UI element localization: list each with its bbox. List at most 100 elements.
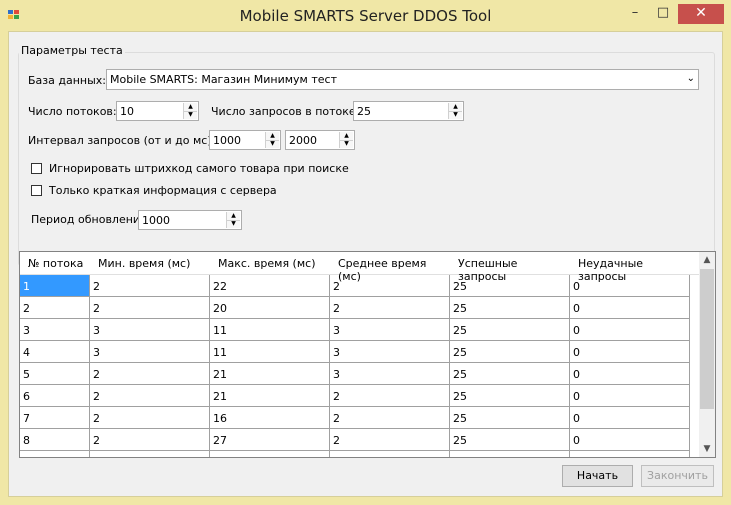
table-cell[interactable]: 2	[90, 275, 210, 297]
table-cell[interactable]	[330, 451, 450, 457]
brief-info-label[interactable]: Только краткая информация с сервера	[49, 184, 277, 197]
column-header[interactable]: Макс. время (мс)	[210, 252, 330, 274]
ignore-barcode-checkbox[interactable]	[31, 163, 42, 174]
table-cell[interactable]: 0	[570, 429, 690, 451]
table-cell[interactable]: 0	[570, 319, 690, 341]
minimize-button[interactable]: –	[622, 4, 648, 24]
table-cell[interactable]: 11	[210, 341, 330, 363]
table-cell[interactable]	[570, 451, 690, 457]
interval-from-stepper[interactable]: 1000 ▲ ▼	[209, 130, 281, 150]
scroll-up-icon[interactable]: ▲	[699, 252, 715, 268]
table-cell[interactable]: 25	[450, 319, 570, 341]
spin-down-icon[interactable]: ▼	[184, 111, 197, 119]
table-cell[interactable]: 3	[90, 341, 210, 363]
table-cell[interactable]: 2	[330, 275, 450, 297]
spin-down-icon[interactable]: ▼	[266, 140, 279, 148]
table-cell[interactable]: 0	[570, 297, 690, 319]
interval-to-stepper[interactable]: 2000 ▲ ▼	[285, 130, 355, 150]
table-cell[interactable]: 6	[20, 385, 90, 407]
table-row[interactable]: 4 3 11 3 25 0	[20, 341, 700, 363]
requests-stepper[interactable]: 25 ▲ ▼	[353, 101, 464, 121]
table-cell[interactable]: 3	[330, 341, 450, 363]
table-cell[interactable]: 21	[210, 385, 330, 407]
table-cell[interactable]: 2	[20, 297, 90, 319]
brief-info-checkbox[interactable]	[31, 185, 42, 196]
vertical-scrollbar[interactable]: ▲ ▼	[699, 252, 715, 457]
table-row[interactable]: 2 2 20 2 25 0	[20, 297, 700, 319]
table-row[interactable]	[20, 451, 700, 457]
table-cell[interactable]: 25	[450, 407, 570, 429]
table-cell[interactable]: 0	[570, 407, 690, 429]
spin-buttons[interactable]: ▲ ▼	[183, 103, 197, 119]
spin-buttons[interactable]: ▲ ▼	[265, 132, 279, 148]
table-cell[interactable]: 1	[20, 275, 90, 297]
spin-down-icon[interactable]: ▼	[340, 140, 353, 148]
table-cell[interactable]: 2	[90, 297, 210, 319]
table-cell[interactable]: 2	[90, 385, 210, 407]
table-cell[interactable]: 21	[210, 363, 330, 385]
table-cell[interactable]: 4	[20, 341, 90, 363]
column-header[interactable]: Среднее время (мс)	[330, 252, 450, 283]
threads-stepper[interactable]: 10 ▲ ▼	[116, 101, 199, 121]
table-cell[interactable]: 0	[570, 341, 690, 363]
table-cell[interactable]: 25	[450, 429, 570, 451]
table-cell[interactable]: 5	[20, 363, 90, 385]
close-button[interactable]: ✕	[678, 4, 724, 24]
table-cell[interactable]: 25	[450, 341, 570, 363]
table-cell[interactable]: 3	[330, 363, 450, 385]
table-cell[interactable]: 2	[330, 429, 450, 451]
refresh-stepper[interactable]: 1000 ▲ ▼	[138, 210, 242, 230]
table-row[interactable]: 6 2 21 2 25 0	[20, 385, 700, 407]
table-cell[interactable]: 2	[90, 407, 210, 429]
maximize-button[interactable]: □	[650, 4, 676, 24]
column-header[interactable]: Мин. время (мс)	[90, 252, 210, 274]
table-cell[interactable]: 2	[90, 429, 210, 451]
column-header[interactable]: Успешные запросы	[450, 252, 570, 283]
title-bar[interactable]: Mobile SMARTS Server DDOS Tool – □ ✕	[0, 0, 731, 31]
table-cell[interactable]: 0	[570, 275, 690, 297]
table-cell[interactable]: 0	[570, 385, 690, 407]
database-select[interactable]: Mobile SMARTS: Магазин Минимум тест ⌄	[106, 69, 699, 90]
table-cell[interactable]	[90, 451, 210, 457]
table-row[interactable]: 8 2 27 2 25 0	[20, 429, 700, 451]
table-cell[interactable]: 7	[20, 407, 90, 429]
table-cell[interactable]: 2	[330, 297, 450, 319]
spin-buttons[interactable]: ▲ ▼	[448, 103, 462, 119]
spin-buttons[interactable]: ▲ ▼	[226, 212, 240, 228]
table-row[interactable]: 1 2 22 2 25 0	[20, 275, 700, 297]
table-cell[interactable]: 25	[450, 297, 570, 319]
table-cell[interactable]: 3	[90, 319, 210, 341]
table-cell[interactable]: 25	[450, 363, 570, 385]
ignore-barcode-label[interactable]: Игнорировать штрихкод самого товара при …	[49, 162, 349, 175]
scroll-down-icon[interactable]: ▼	[699, 441, 715, 457]
table-cell[interactable]: 8	[20, 429, 90, 451]
table-cell[interactable]	[450, 451, 570, 457]
spin-down-icon[interactable]: ▼	[227, 220, 240, 228]
table-cell[interactable]: 27	[210, 429, 330, 451]
scroll-thumb[interactable]	[700, 269, 714, 409]
table-row[interactable]: 7 2 16 2 25 0	[20, 407, 700, 429]
column-header[interactable]: № потока	[20, 252, 90, 274]
table-cell[interactable]: 2	[330, 385, 450, 407]
spin-buttons[interactable]: ▲ ▼	[339, 132, 353, 148]
table-cell[interactable]: 25	[450, 385, 570, 407]
table-cell[interactable]: 11	[210, 319, 330, 341]
table-cell[interactable]: 2	[90, 363, 210, 385]
table-row[interactable]: 3 3 11 3 25 0	[20, 319, 700, 341]
table-cell[interactable]: 3	[330, 319, 450, 341]
table-cell[interactable]	[210, 451, 330, 457]
start-button[interactable]: Начать	[562, 465, 633, 487]
table-cell[interactable]: 16	[210, 407, 330, 429]
table-row[interactable]: 5 2 21 3 25 0	[20, 363, 700, 385]
column-header[interactable]: Неудачные запросы	[570, 252, 690, 283]
table-cell[interactable]: 25	[450, 275, 570, 297]
results-table[interactable]: № потока Мин. время (мс) Макс. время (мс…	[19, 251, 716, 458]
table-cell[interactable]: 20	[210, 297, 330, 319]
table-cell[interactable]: 0	[570, 363, 690, 385]
table-cell[interactable]: 3	[20, 319, 90, 341]
table-cell[interactable]: 2	[330, 407, 450, 429]
table-cell[interactable]	[20, 451, 90, 457]
table-cell[interactable]: 22	[210, 275, 330, 297]
stop-button[interactable]: Закончить	[641, 465, 714, 487]
spin-down-icon[interactable]: ▼	[449, 111, 462, 119]
